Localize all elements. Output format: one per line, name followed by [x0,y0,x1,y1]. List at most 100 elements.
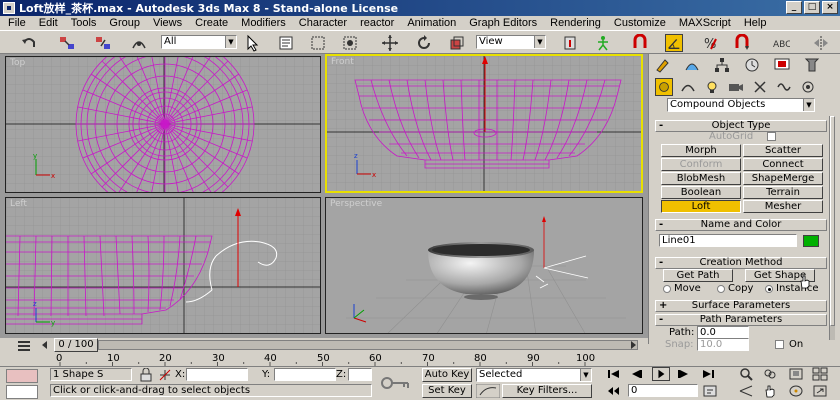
window-crossing-icon[interactable] [341,34,359,52]
maximize-viewport-icon[interactable] [812,384,828,398]
space-warps-icon[interactable] [775,78,793,96]
time-configuration-icon[interactable] [702,384,718,398]
lights-icon[interactable] [703,78,721,96]
rollout-name-and-color[interactable]: - Name and Color [655,219,827,231]
display-tab-icon[interactable] [773,56,791,74]
time-slider-track[interactable] [98,340,638,350]
selection-filter-dropdown[interactable]: All ▼ [161,35,237,49]
viewport-label[interactable]: Left [10,199,27,209]
z-coordinate-input[interactable] [348,368,372,381]
viewport-top[interactable]: y x Top [5,56,321,193]
undo-icon[interactable] [20,34,38,52]
zoom-all-icon[interactable] [762,367,778,381]
close-button[interactable]: × [822,1,838,14]
go-to-start-icon[interactable] [606,368,622,380]
next-frame-icon[interactable] [628,340,638,350]
pivot-center-icon[interactable] [561,34,579,52]
menu-rendering[interactable]: Rendering [550,17,601,29]
menu-character[interactable]: Character [299,17,347,29]
category-dropdown[interactable]: Compound Objects ▼ [667,98,815,112]
zoom-icon[interactable] [738,367,754,381]
connect-button[interactable]: Connect [743,158,823,171]
terrain-button[interactable]: Terrain [743,186,823,199]
menu-graph-editors[interactable]: Graph Editors [469,17,537,29]
go-to-end-icon[interactable] [700,368,716,380]
shapemerge-button[interactable]: ShapeMerge [743,172,823,185]
menu-create[interactable]: Create [195,17,228,29]
menu-group[interactable]: Group [109,17,140,29]
instance-radio[interactable] [765,285,773,293]
menu-reactor[interactable]: reactor [360,17,394,29]
menu-edit[interactable]: Edit [39,17,58,29]
menu-customize[interactable]: Customize [614,17,666,29]
geometry-icon[interactable] [655,78,673,96]
key-mode-toggle-icon[interactable] [606,384,622,398]
angle-snap-icon[interactable] [665,34,683,52]
viewport-front[interactable]: z x Front [325,54,643,193]
key-mode-dropdown[interactable]: Selected ▼ [476,368,592,382]
motion-tab-icon[interactable] [743,56,761,74]
morph-button[interactable]: Morph [661,144,741,157]
menu-modifiers[interactable]: Modifiers [241,17,286,29]
helpers-icon[interactable] [751,78,769,96]
rollout-surface-parameters[interactable]: + Surface Parameters [655,300,827,312]
minimize-button[interactable]: _ [786,1,802,14]
menu-tools[interactable]: Tools [71,17,97,29]
app-icon[interactable] [3,2,15,14]
time-slider-thumb[interactable]: 0 / 100 [54,338,98,352]
pan-view-icon[interactable] [762,384,778,398]
viewport-left[interactable]: z y Left [5,197,321,334]
conform-button[interactable]: Conform [661,158,741,171]
edit-named-selection-icon[interactable]: ABC [772,34,790,52]
rollout-creation-method[interactable]: - Creation Method [655,257,827,269]
percent-snap-icon[interactable]: % [701,34,719,52]
viewport-label[interactable]: Perspective [330,199,382,209]
hierarchy-tab-icon[interactable] [713,56,731,74]
auto-key-button[interactable]: Auto Key [422,368,472,382]
get-path-button[interactable]: Get Path [663,269,733,282]
scrollbar-thumb[interactable] [830,116,835,326]
viewport-label[interactable]: Top [10,58,25,68]
create-tab-icon[interactable] [653,56,671,74]
utilities-tab-icon[interactable] [803,56,821,74]
viewport-perspective[interactable]: Perspective [325,197,643,334]
time-slider[interactable]: 0 / 100 [0,338,648,352]
cameras-icon[interactable] [727,78,745,96]
play-icon[interactable] [652,367,670,381]
track-bar[interactable]: 0 10 20 30 40 50 60 70 80 90 100 [0,352,648,366]
select-and-link-icon[interactable] [58,34,76,52]
spinner-snap-icon[interactable] [733,34,751,52]
object-color-swatch[interactable] [803,235,819,247]
previous-key-icon[interactable] [628,368,644,380]
select-and-rotate-icon[interactable] [415,34,433,52]
maxscript-input-mini[interactable] [6,385,38,399]
autogrid-checkbox[interactable] [767,132,776,141]
lock-selection-icon[interactable] [138,368,154,382]
shapes-icon[interactable] [679,78,697,96]
menu-file[interactable]: File [8,17,26,29]
modify-tab-icon[interactable] [683,56,701,74]
reference-coordinate-dropdown[interactable]: View ▼ [476,35,546,49]
menu-help[interactable]: Help [744,17,767,29]
select-by-name-icon[interactable] [277,34,295,52]
select-object-icon[interactable] [243,34,261,52]
rectangular-selection-icon[interactable] [309,34,327,52]
copy-radio[interactable] [717,285,725,293]
zoom-extents-icon[interactable] [788,367,804,381]
snap-on-checkbox[interactable] [775,340,784,349]
scatter-button[interactable]: Scatter [743,144,823,157]
arc-rotate-icon[interactable] [788,384,804,398]
command-panel-scrollbar[interactable] [829,116,835,340]
select-and-move-icon[interactable] [381,34,399,52]
bind-to-space-warp-icon[interactable] [130,34,148,52]
mesher-button[interactable]: Mesher [743,200,823,213]
previous-frame-icon[interactable] [40,340,50,350]
systems-icon[interactable] [799,78,817,96]
snaps-toggle-icon[interactable] [631,34,649,52]
loft-button[interactable]: Loft [661,200,741,213]
object-name-input[interactable]: Line01 [659,234,797,247]
move-radio[interactable] [663,285,671,293]
rollout-path-parameters[interactable]: - Path Parameters [655,314,827,326]
snap-value-input[interactable]: 10.0 [697,338,749,351]
default-tangents-icon[interactable] [476,384,500,398]
